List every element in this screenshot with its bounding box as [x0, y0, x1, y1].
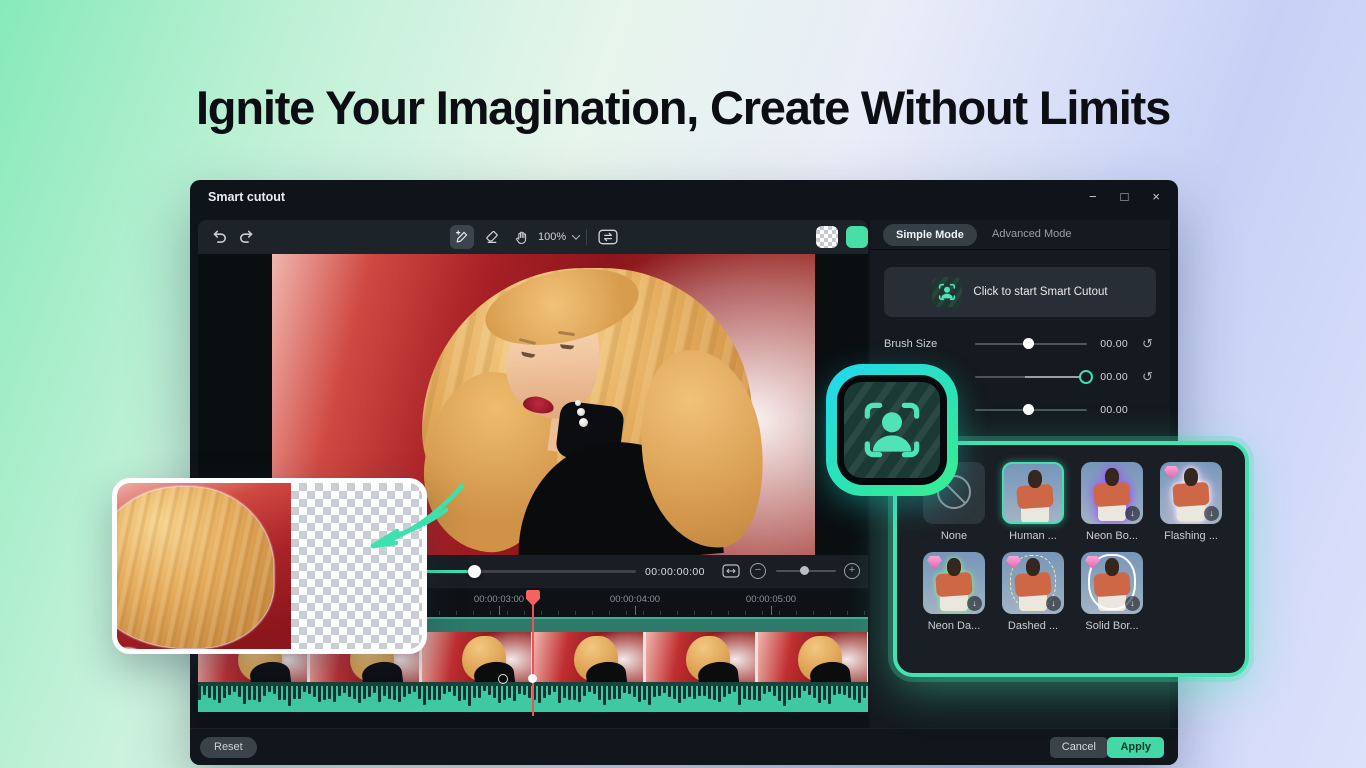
effect-item-dashed[interactable]: ↓ Dashed ... — [1000, 552, 1066, 632]
reset-button[interactable]: Reset — [200, 737, 257, 758]
keyframe-marker[interactable] — [498, 674, 508, 684]
slider-3-knob[interactable] — [1023, 404, 1034, 415]
redo-icon[interactable] — [238, 228, 256, 246]
current-timecode: 00:00:00:00 — [645, 566, 715, 578]
seek-knob[interactable] — [468, 565, 481, 578]
effect-thumbnail — [1004, 464, 1062, 522]
effect-label: Neon Bo... — [1079, 530, 1145, 542]
hand-tool-button[interactable] — [509, 225, 533, 249]
effect-label: Solid Bor... — [1079, 620, 1145, 632]
download-icon: ↓ — [1125, 596, 1140, 611]
brush-icon — [454, 229, 470, 245]
slider-3-value: 00.00 — [1084, 404, 1128, 416]
annotation-arrow — [350, 470, 480, 560]
effect-solid-border-tile[interactable]: ↓ — [1081, 552, 1143, 614]
smart-cutout-feature-badge — [826, 364, 958, 496]
effect-item-neon-border[interactable]: ↓ Neon Bo... — [1079, 462, 1145, 542]
brush-size-label: Brush Size — [884, 338, 937, 350]
reset-slider-icon[interactable]: ↺ — [1142, 369, 1153, 384]
transparent-background-swatch[interactable] — [816, 226, 838, 248]
slider-2-value: 00.00 — [1084, 371, 1128, 383]
eraser-icon — [484, 229, 500, 245]
effect-item-flashing[interactable]: ↓ Flashing ... — [1158, 462, 1224, 542]
brush-size-value: 00.00 — [1084, 338, 1128, 350]
effect-label: Neon Da... — [921, 620, 987, 632]
effect-dashed-tile[interactable]: ↓ — [1002, 552, 1064, 614]
zoom-in-button[interactable]: + — [844, 563, 860, 579]
close-button[interactable]: × — [1152, 190, 1160, 203]
effect-flashing-tile[interactable]: ↓ — [1160, 462, 1222, 524]
download-icon: ↓ — [1125, 506, 1140, 521]
start-smart-cutout-label: Click to start Smart Cutout — [973, 286, 1107, 298]
start-smart-cutout-button[interactable]: Click to start Smart Cutout — [884, 267, 1156, 317]
zoom-level-value: 100% — [538, 231, 566, 243]
tab-simple-mode[interactable]: Simple Mode — [883, 224, 977, 246]
maximize-button[interactable]: □ — [1121, 190, 1129, 203]
window-footer: Reset Cancel Apply — [190, 728, 1178, 765]
green-background-swatch[interactable] — [846, 226, 868, 248]
effect-label: Human ... — [1000, 530, 1066, 542]
ruler-mark: 00:00:04:00 — [610, 594, 660, 605]
effect-item-human[interactable]: Human ... — [1000, 462, 1066, 542]
fit-timeline-button[interactable] — [722, 564, 740, 578]
minimize-button[interactable]: − — [1089, 190, 1097, 203]
filmstrip-frame — [534, 632, 643, 682]
slider-2-fill — [1025, 376, 1087, 378]
download-icon: ↓ — [967, 596, 982, 611]
eraser-tool-button[interactable] — [480, 225, 504, 249]
cancel-button[interactable]: Cancel — [1050, 737, 1108, 758]
brush-size-knob[interactable] — [1023, 338, 1034, 349]
effect-label: Dashed ... — [1000, 620, 1066, 632]
page: Ignite Your Imagination, Create Without … — [0, 0, 1366, 768]
window-controls: − □ × — [1089, 190, 1160, 203]
tab-advanced-mode[interactable]: Advanced Mode — [992, 228, 1072, 240]
window-title: Smart cutout — [208, 190, 285, 204]
effects-grid: None Human ... ↓ Neon Bo... ↓ — [921, 462, 1224, 632]
toolbar-divider — [586, 229, 587, 245]
badge-inner — [837, 375, 947, 485]
effect-item-solid-border[interactable]: ↓ Solid Bor... — [1079, 552, 1145, 632]
ruler-mark: 00:00:05:00 — [746, 594, 796, 605]
hand-icon — [514, 230, 529, 245]
effect-human-tile[interactable] — [1002, 462, 1064, 524]
mode-tabs: Simple Mode Advanced Mode — [870, 220, 1170, 250]
download-icon: ↓ — [1204, 506, 1219, 521]
canvas-toolbar: 100% — [198, 220, 868, 254]
zoom-out-button[interactable]: − — [750, 563, 766, 579]
effect-label: None — [921, 530, 987, 542]
playhead-line — [532, 590, 534, 716]
filmstrip-frame — [646, 632, 755, 682]
download-icon: ↓ — [1046, 596, 1061, 611]
filmstrip-frame — [422, 632, 531, 682]
active-keyframe-dot[interactable] — [528, 674, 537, 683]
effect-item-neon-dash[interactable]: ↓ Neon Da... — [921, 552, 987, 632]
brush-size-row: Brush Size 00.00 ↺ — [870, 329, 1170, 359]
filmstrip-frame — [758, 632, 867, 682]
effect-neon-dash-tile[interactable]: ↓ — [923, 552, 985, 614]
apply-button[interactable]: Apply — [1107, 737, 1164, 758]
effect-neon-border-tile[interactable]: ↓ — [1081, 462, 1143, 524]
page-title: Ignite Your Imagination, Create Without … — [0, 80, 1366, 135]
fit-width-icon — [722, 564, 740, 578]
reset-slider-icon[interactable]: ↺ — [1142, 336, 1153, 351]
window-titlebar: Smart cutout − □ × — [190, 180, 1178, 213]
effect-label: Flashing ... — [1158, 530, 1224, 542]
timeline-zoom-knob[interactable] — [800, 566, 809, 575]
undo-icon[interactable] — [210, 228, 228, 246]
chevron-down-icon — [572, 231, 580, 239]
compare-icon — [598, 228, 618, 246]
person-cutout-icon — [844, 382, 940, 478]
zoom-level-dropdown[interactable]: 100% — [538, 231, 579, 243]
smart-cutout-icon — [932, 277, 962, 307]
compare-view-button[interactable] — [598, 228, 618, 246]
brush-tool-button[interactable] — [450, 225, 474, 249]
ruler-mark: 00:00:03:00 — [474, 594, 524, 605]
